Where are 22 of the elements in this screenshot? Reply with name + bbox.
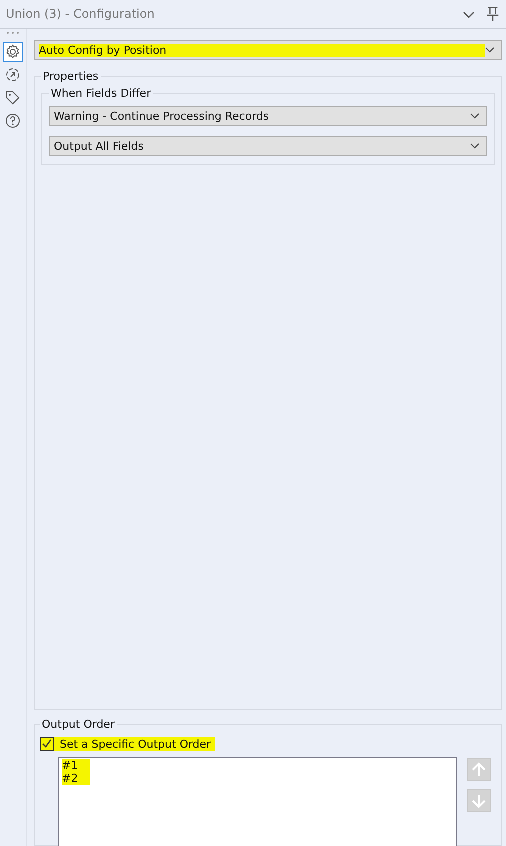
pin-icon[interactable]	[486, 6, 500, 22]
tag-icon	[5, 90, 21, 106]
panel-title: Union (3) - Configuration	[6, 7, 156, 21]
help-icon	[5, 113, 21, 129]
option-dropdown[interactable]: Output All Fields	[49, 136, 487, 156]
mode-dropdown[interactable]: Auto Config by Position	[34, 40, 502, 60]
chevron-down-icon	[470, 143, 480, 149]
gear-icon	[5, 44, 21, 60]
arrow-down-icon	[471, 792, 487, 808]
checkbox[interactable]	[40, 737, 54, 751]
option-dropdown[interactable]: Warning - Continue Processing Records	[49, 106, 487, 126]
chevron-down-icon	[485, 47, 495, 53]
sidebar-tab[interactable]	[3, 111, 23, 131]
list-item[interactable]: #2	[62, 772, 90, 785]
group-title: Output Order	[41, 718, 116, 731]
chevron-down-icon	[470, 113, 480, 119]
order-list[interactable]: #1 #2	[58, 757, 457, 846]
sidebar-tab[interactable]	[3, 42, 23, 62]
arrow-up-icon	[471, 762, 487, 778]
list-item[interactable]: #1	[62, 759, 90, 772]
group-title: Properties	[42, 70, 100, 83]
group-title: When Fields Differ	[50, 87, 152, 100]
